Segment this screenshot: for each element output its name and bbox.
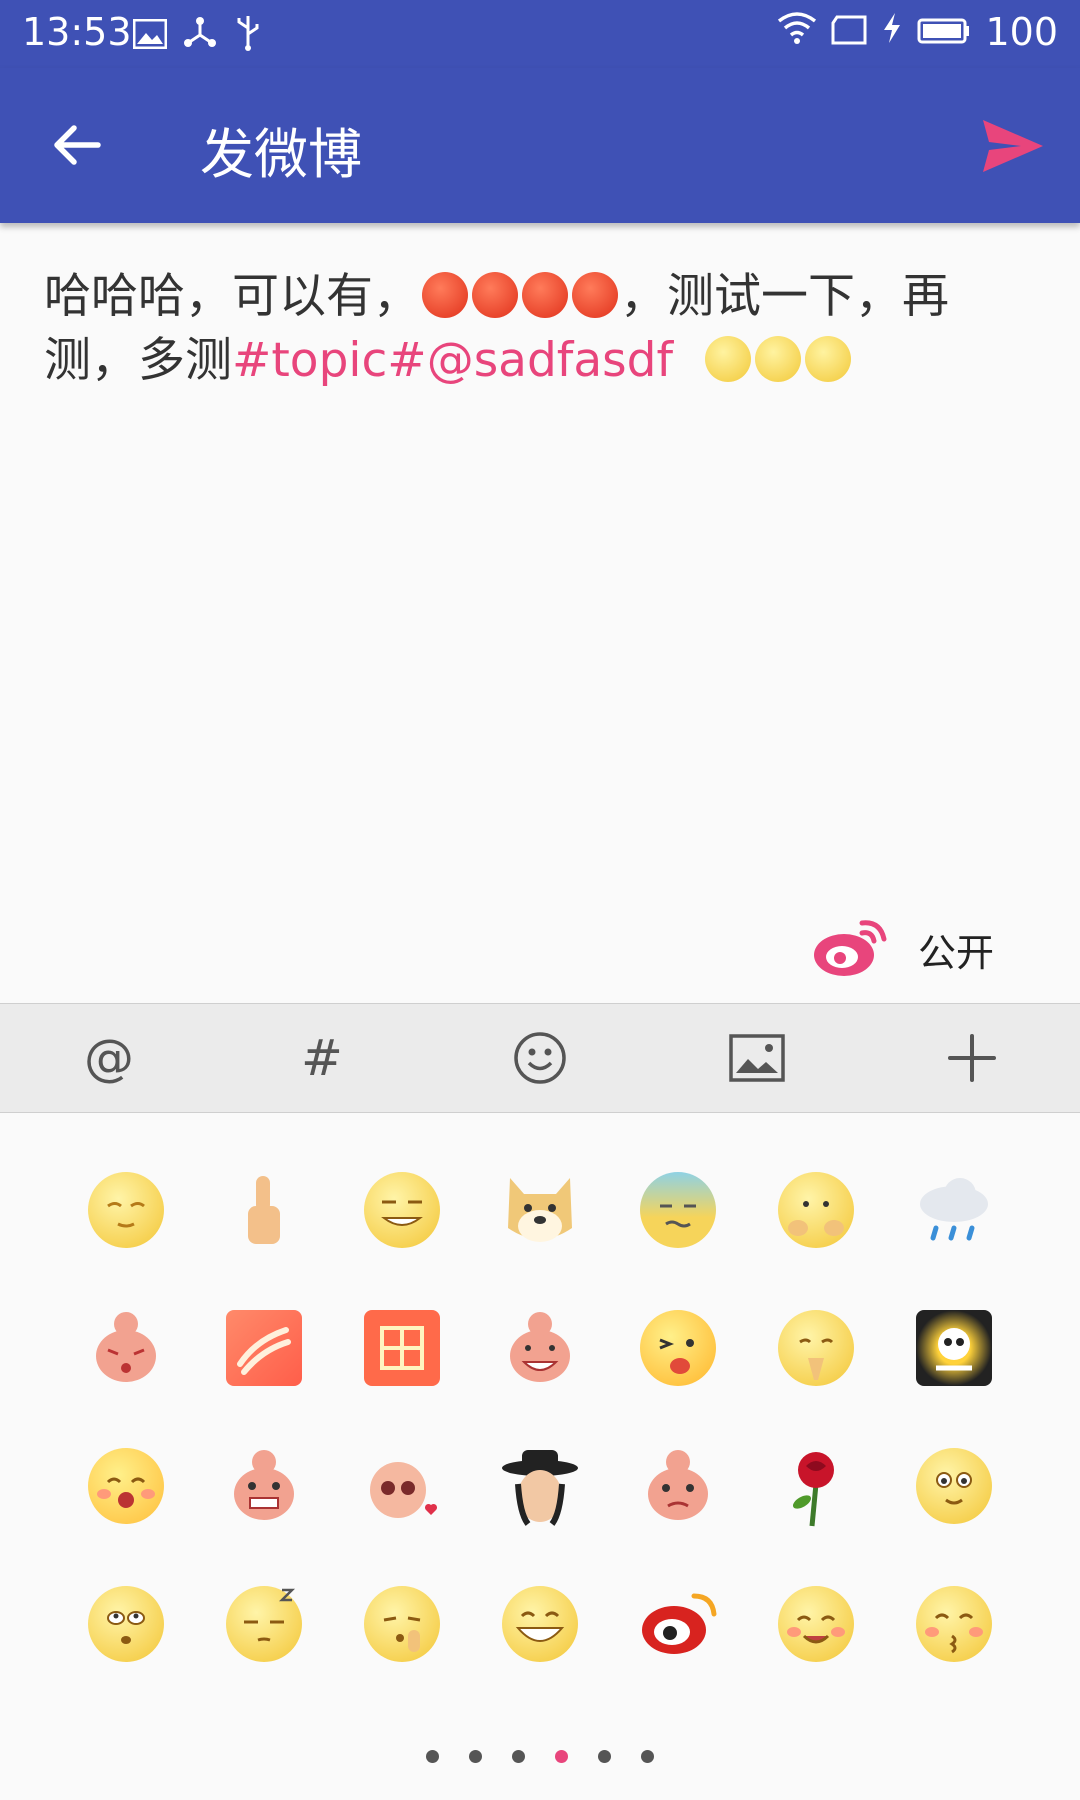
picture-icon [729, 1034, 785, 1082]
weibo-icon [810, 915, 890, 983]
big-grin-emoji[interactable] [498, 1582, 582, 1666]
angry-emoji [522, 272, 568, 318]
pray-emoji [804, 336, 851, 382]
app-bar: 发微博 [0, 68, 1080, 223]
mention-tag[interactable]: @sadfasdf [427, 333, 673, 388]
skull-emoji[interactable] [912, 1306, 996, 1390]
sleepy-emoji[interactable] [222, 1582, 306, 1666]
arrow-left-icon [54, 125, 101, 165]
pray-emoji[interactable] [774, 1306, 858, 1390]
angry-emoji [422, 272, 468, 318]
anxious-emoji[interactable] [636, 1168, 720, 1252]
bunny-grin-emoji[interactable] [222, 1444, 306, 1528]
battery-level: 100 [985, 10, 1058, 54]
add-button[interactable] [940, 1026, 1004, 1090]
privacy-label: 公开 [918, 930, 995, 975]
topic-button[interactable]: # [290, 1026, 354, 1090]
share-icon [183, 14, 217, 61]
status-bar: 13:53 100 [0, 0, 1080, 68]
thumbs-up-emoji[interactable] [222, 1168, 306, 1252]
send-button[interactable] [975, 108, 1050, 183]
weibo-logo-emoji[interactable] [636, 1582, 720, 1666]
smiley-icon [514, 1032, 566, 1084]
privacy-selector[interactable]: 公开 [810, 915, 994, 983]
plus-icon [948, 1034, 996, 1082]
shy-emoji[interactable] [774, 1168, 858, 1252]
clock: 13:53 [22, 10, 132, 54]
image-icon [132, 14, 168, 61]
back-button[interactable] [40, 108, 115, 183]
pray-emoji [754, 336, 801, 382]
topic-tag[interactable]: #topic# [232, 333, 427, 388]
clap-emoji[interactable] [222, 1306, 306, 1390]
wink-tongue-emoji[interactable] [636, 1306, 720, 1390]
usb-icon [233, 14, 263, 61]
bunny-laugh-emoji[interactable] [498, 1306, 582, 1390]
page-title: 发微博 [200, 123, 362, 186]
page-dot[interactable] [598, 1750, 611, 1763]
page-dot[interactable] [641, 1750, 654, 1763]
compose-toolbar: @ # [0, 1003, 1080, 1113]
eye-roll-emoji[interactable] [84, 1582, 168, 1666]
angry-emoji [572, 272, 618, 318]
doge-emoji[interactable] [498, 1168, 582, 1252]
laughing-emoji[interactable] [84, 1444, 168, 1528]
sim-icon [831, 10, 867, 54]
kiss-emoji[interactable] [912, 1582, 996, 1666]
compose-text-1: 哈哈哈，可以有， [44, 269, 420, 324]
relieved-emoji[interactable] [84, 1168, 168, 1252]
battery-icon [917, 10, 971, 54]
smirk-emoji[interactable] [360, 1168, 444, 1252]
rose-emoji[interactable] [774, 1444, 858, 1528]
charging-icon [881, 10, 903, 54]
image-button[interactable] [725, 1026, 789, 1090]
rain-cloud-emoji[interactable] [912, 1168, 996, 1252]
zan-emoji[interactable] [360, 1306, 444, 1390]
page-dot[interactable] [512, 1750, 525, 1763]
page-dot[interactable] [426, 1750, 439, 1763]
wifi-icon [777, 10, 817, 54]
pray-emoji [704, 336, 751, 382]
mention-button[interactable]: @ [77, 1026, 141, 1090]
blush-emoji[interactable] [912, 1444, 996, 1528]
page-dot-active[interactable] [555, 1750, 568, 1763]
hat-man-emoji[interactable] [498, 1444, 582, 1528]
angry-emoji [472, 272, 518, 318]
bunny-heart-emoji[interactable] [360, 1444, 444, 1528]
crying-bunny-emoji[interactable] [84, 1306, 168, 1390]
at-icon: @ [84, 1029, 134, 1087]
page-indicator [0, 1750, 1080, 1763]
shush-emoji[interactable] [360, 1582, 444, 1666]
page-dot[interactable] [469, 1750, 482, 1763]
bunny-confused-emoji[interactable] [636, 1444, 720, 1528]
compose-input[interactable]: 哈哈哈，可以有， ，测试一下，再测，多测#topic#@sadfasdf [44, 265, 1034, 393]
hash-icon: # [301, 1029, 343, 1087]
emoji-button[interactable] [508, 1026, 572, 1090]
send-icon [983, 120, 1043, 172]
smile-emoji[interactable] [774, 1582, 858, 1666]
